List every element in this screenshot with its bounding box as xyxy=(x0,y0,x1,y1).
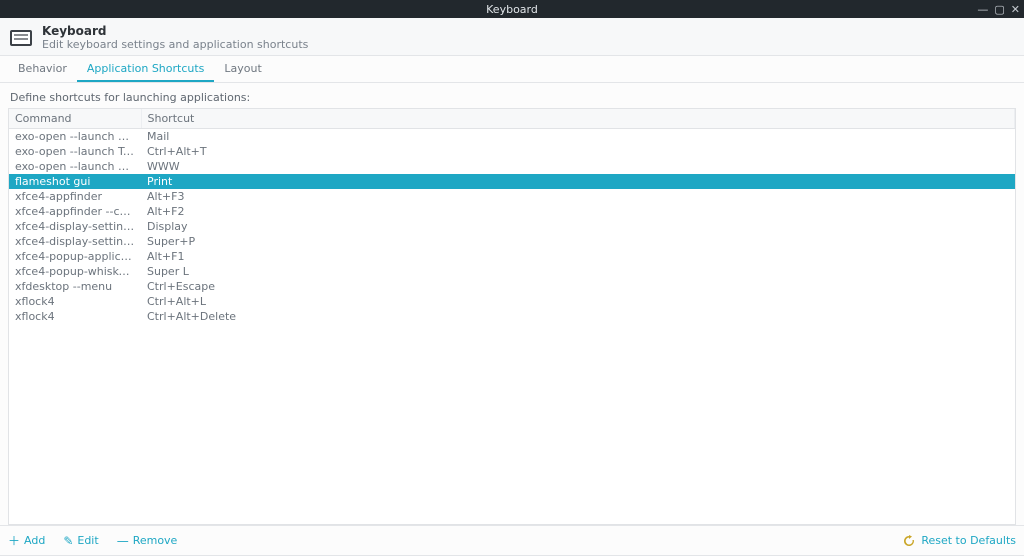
shortcuts-table[interactable]: Command Shortcut exo-open --launch MailR… xyxy=(8,108,1016,525)
cell-command: xfce4-appfinder xyxy=(9,189,141,204)
table-row[interactable]: xfce4-display-settings --minimalSuper+P xyxy=(9,234,1015,249)
cell-command: exo-open --launch MailReader xyxy=(9,129,141,145)
revert-icon xyxy=(903,535,915,547)
maximize-icon[interactable]: ▢ xyxy=(994,3,1004,16)
window-controls: — ▢ ✕ xyxy=(977,0,1020,18)
cell-shortcut: Display xyxy=(141,219,1015,234)
cell-shortcut: Print xyxy=(141,174,1015,189)
cell-command: xfce4-popup-whiskermenu xyxy=(9,264,141,279)
shortcuts-panel: Define shortcuts for launching applicati… xyxy=(0,83,1024,525)
cell-shortcut: WWW xyxy=(141,159,1015,174)
cell-shortcut: Alt+F3 xyxy=(141,189,1015,204)
table-row[interactable]: xfce4-popup-whiskermenuSuper L xyxy=(9,264,1015,279)
window-title: Keyboard xyxy=(486,3,538,16)
define-label: Define shortcuts for launching applicati… xyxy=(8,87,1016,108)
reset-defaults-button[interactable]: Reset to Defaults xyxy=(903,534,1016,547)
cell-shortcut: Super L xyxy=(141,264,1015,279)
cell-shortcut: Ctrl+Alt+L xyxy=(141,294,1015,309)
column-header-command[interactable]: Command xyxy=(9,109,141,129)
table-row[interactable]: exo-open --launch TerminalEmulatorCtrl+A… xyxy=(9,144,1015,159)
cell-shortcut: Ctrl+Escape xyxy=(141,279,1015,294)
remove-button[interactable]: — Remove xyxy=(117,534,178,548)
column-header-shortcut[interactable]: Shortcut xyxy=(141,109,1015,129)
cell-command: xfdesktop --menu xyxy=(9,279,141,294)
table-header-row: Command Shortcut xyxy=(9,109,1015,129)
tab-layout[interactable]: Layout xyxy=(214,56,271,82)
page-title: Keyboard xyxy=(42,24,308,38)
cell-command: xfce4-popup-applicationsmenu xyxy=(9,249,141,264)
table-row[interactable]: exo-open --launch WebBrowserWWW xyxy=(9,159,1015,174)
cell-command: xfce4-display-settings --minimal xyxy=(9,219,141,234)
cell-shortcut: Alt+F2 xyxy=(141,204,1015,219)
page-subtitle: Edit keyboard settings and application s… xyxy=(42,38,308,51)
cell-shortcut: Ctrl+Alt+T xyxy=(141,144,1015,159)
cell-command: xflock4 xyxy=(9,309,141,324)
table-row[interactable]: exo-open --launch MailReaderMail xyxy=(9,129,1015,145)
table-row[interactable]: flameshot guiPrint xyxy=(9,174,1015,189)
tab-bar: Behavior Application Shortcuts Layout xyxy=(0,56,1024,83)
cell-shortcut: Alt+F1 xyxy=(141,249,1015,264)
reset-label: Reset to Defaults xyxy=(921,534,1016,547)
keyboard-icon xyxy=(10,30,32,46)
table-row[interactable]: xfdesktop --menuCtrl+Escape xyxy=(9,279,1015,294)
table-row[interactable]: xfce4-display-settings --minimalDisplay xyxy=(9,219,1015,234)
pencil-icon: ✎ xyxy=(63,534,73,548)
close-window-icon[interactable]: ✕ xyxy=(1011,3,1020,16)
header-text: Keyboard Edit keyboard settings and appl… xyxy=(42,24,308,51)
table-row[interactable]: xfce4-appfinder --collapsedAlt+F2 xyxy=(9,204,1015,219)
minus-icon: — xyxy=(117,534,129,548)
table-row[interactable]: xflock4Ctrl+Alt+Delete xyxy=(9,309,1015,324)
header: Keyboard Edit keyboard settings and appl… xyxy=(0,18,1024,56)
cell-shortcut: Ctrl+Alt+Delete xyxy=(141,309,1015,324)
edit-label: Edit xyxy=(77,534,98,547)
cell-command: xflock4 xyxy=(9,294,141,309)
cell-shortcut: Super+P xyxy=(141,234,1015,249)
cell-command: xfce4-display-settings --minimal xyxy=(9,234,141,249)
cell-command: exo-open --launch WebBrowser xyxy=(9,159,141,174)
minimize-icon[interactable]: — xyxy=(977,3,988,16)
titlebar: Keyboard — ▢ ✕ xyxy=(0,0,1024,18)
plus-icon: ＋ xyxy=(8,532,20,549)
table-row[interactable]: xflock4Ctrl+Alt+L xyxy=(9,294,1015,309)
add-button[interactable]: ＋ Add xyxy=(8,532,45,549)
cell-command: flameshot gui xyxy=(9,174,141,189)
table-row[interactable]: xfce4-appfinderAlt+F3 xyxy=(9,189,1015,204)
tab-behavior[interactable]: Behavior xyxy=(8,56,77,82)
add-label: Add xyxy=(24,534,45,547)
remove-label: Remove xyxy=(133,534,178,547)
edit-button[interactable]: ✎ Edit xyxy=(63,534,98,548)
cell-command: exo-open --launch TerminalEmulator xyxy=(9,144,141,159)
tab-application-shortcuts[interactable]: Application Shortcuts xyxy=(77,56,215,82)
table-row[interactable]: xfce4-popup-applicationsmenuAlt+F1 xyxy=(9,249,1015,264)
action-bar: ＋ Add ✎ Edit — Remove Reset to Defaults xyxy=(0,525,1024,555)
cell-command: xfce4-appfinder --collapsed xyxy=(9,204,141,219)
cell-shortcut: Mail xyxy=(141,129,1015,145)
